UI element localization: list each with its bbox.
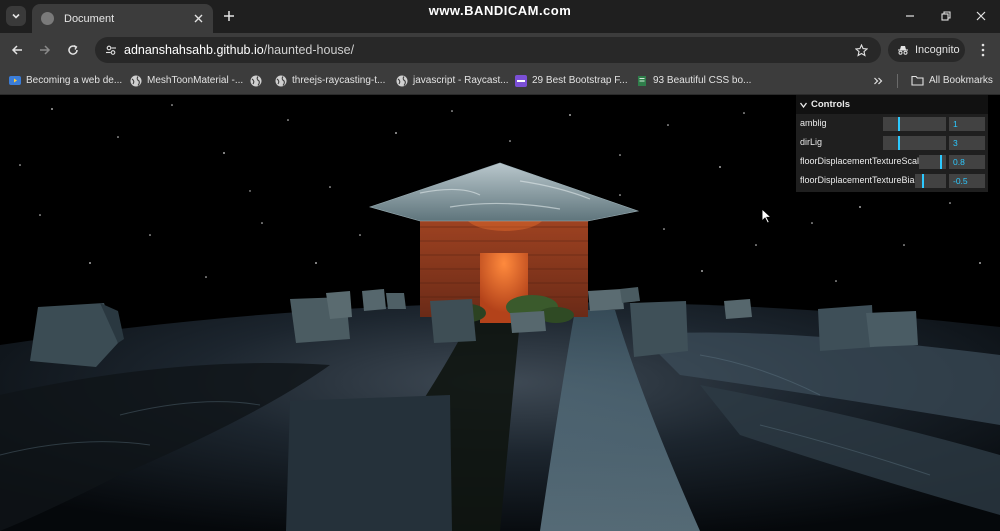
title-bar: Document www.BANDICAM.com: [0, 0, 1000, 33]
bookmarks-divider: [897, 74, 898, 88]
close-icon: [976, 11, 986, 21]
new-tab-button[interactable]: [220, 7, 238, 25]
floor-displacement-scale-slider[interactable]: [919, 155, 946, 169]
more-vert-icon: [981, 43, 985, 57]
bookmark-item[interactable]: javascript - Raycast...: [396, 72, 509, 89]
close-window-button[interactable]: [970, 5, 992, 27]
arrow-right-icon: [40, 45, 51, 55]
bookmark-label: javascript - Raycast...: [413, 75, 509, 86]
slider-thumb: [898, 136, 900, 150]
bookmark-star-button[interactable]: [851, 40, 871, 60]
all-bookmarks-label: All Bookmarks: [929, 75, 993, 86]
bookmark-label: threejs-raycasting-t...: [292, 75, 386, 86]
reload-button[interactable]: [63, 40, 83, 60]
tab-search-button[interactable]: [6, 6, 26, 26]
control-label: floorDisplacementTextureScale: [800, 156, 925, 166]
bookmark-item[interactable]: 93 Beautiful CSS bo...: [636, 72, 751, 89]
url-path: /haunted-house/: [263, 43, 355, 57]
forward-button[interactable]: [35, 40, 55, 60]
colorlib-icon: [515, 74, 527, 87]
folder-icon: [910, 75, 924, 87]
controls-panel: Controls amblig 1 dirLig 3 floorDisplace…: [796, 95, 988, 192]
plus-icon: [224, 11, 234, 21]
globe-icon: [41, 12, 54, 25]
control-row-amblig: amblig 1: [796, 114, 988, 133]
close-tab-button[interactable]: [190, 11, 206, 27]
globe-icon: [275, 75, 287, 87]
bookmark-label: 93 Beautiful CSS bo...: [653, 75, 752, 86]
bookmark-item[interactable]: [250, 72, 267, 89]
control-row-floor-displacement-bias: floorDisplacementTextureBias -0.5: [796, 171, 988, 190]
star-icon: [854, 43, 868, 57]
bookmark-item[interactable]: threejs-raycasting-t...: [275, 72, 385, 89]
caret-down-icon: [800, 102, 807, 108]
control-label: dirLig: [800, 137, 823, 147]
mouse-cursor-icon: [761, 208, 772, 224]
bookmark-label: MeshToonMaterial -...: [147, 75, 244, 86]
url-text: adnanshahsahb.github.io/haunted-house/: [124, 43, 851, 57]
address-bar[interactable]: adnanshahsahb.github.io/haunted-house/: [95, 37, 881, 63]
arrow-left-icon: [11, 45, 22, 55]
incognito-icon: [897, 45, 909, 55]
controls-title-bar[interactable]: Controls: [796, 95, 988, 114]
tab-title: Document: [64, 12, 115, 25]
foreground-grave: [286, 395, 452, 531]
bookmark-item[interactable]: Becoming a web de...: [9, 72, 122, 89]
tab-document[interactable]: Document: [32, 4, 213, 33]
chevron-down-icon: [12, 13, 20, 19]
controls-title: Controls: [811, 99, 851, 110]
globe-icon: [396, 75, 408, 87]
control-label: amblig: [800, 118, 827, 128]
tune-icon: [106, 45, 116, 55]
slider-thumb: [898, 117, 900, 131]
minimize-button[interactable]: [899, 5, 921, 27]
bookmark-item[interactable]: MeshToonMaterial -...: [130, 72, 243, 89]
reload-icon: [68, 44, 78, 55]
site-info-button[interactable]: [101, 40, 121, 60]
bookmark-label: Becoming a web de...: [26, 75, 123, 86]
floor-displacement-bias-slider[interactable]: [915, 174, 946, 188]
browser-menu-button[interactable]: [974, 40, 992, 60]
amblig-value-input[interactable]: 1: [949, 117, 985, 131]
bookmarks-bar: Becoming a web de... MeshToonMaterial -.…: [0, 66, 1000, 95]
more-bookmarks-button[interactable]: [873, 72, 883, 89]
back-button[interactable]: [7, 40, 27, 60]
double-chevron-right-icon: [874, 77, 883, 84]
page-icon: [636, 75, 648, 87]
control-row-floor-displacement-scale: floorDisplacementTextureScale 0.8: [796, 152, 988, 171]
close-icon: [194, 14, 202, 23]
globe-icon: [250, 75, 262, 87]
globe-icon: [130, 75, 142, 87]
browser-toolbar: adnanshahsahb.github.io/haunted-house/ I…: [0, 33, 1000, 66]
amblig-slider[interactable]: [883, 117, 946, 131]
slider-thumb: [940, 155, 942, 169]
control-label: floorDisplacementTextureBias: [800, 175, 920, 185]
incognito-indicator[interactable]: Incognito: [888, 38, 965, 62]
floor-displacement-scale-value-input[interactable]: 0.8: [949, 155, 985, 169]
bookmark-label: 29 Best Bootstrap F...: [532, 75, 628, 86]
slider-thumb: [922, 174, 924, 188]
all-bookmarks-button[interactable]: All Bookmarks: [910, 72, 993, 89]
restore-icon: [941, 11, 951, 21]
floor-displacement-bias-value-input[interactable]: -0.5: [949, 174, 985, 188]
minimize-icon: [906, 15, 914, 17]
control-row-dirlig: dirLig 3: [796, 133, 988, 152]
incognito-label: Incognito: [915, 44, 960, 56]
dirlig-slider[interactable]: [883, 136, 946, 150]
bookmark-item[interactable]: 29 Best Bootstrap F...: [515, 72, 628, 89]
restore-button[interactable]: [935, 5, 957, 27]
youtube-icon: [9, 75, 21, 87]
url-host: adnanshahsahb.github.io: [124, 43, 264, 57]
dirlig-value-input[interactable]: 3: [949, 136, 985, 150]
